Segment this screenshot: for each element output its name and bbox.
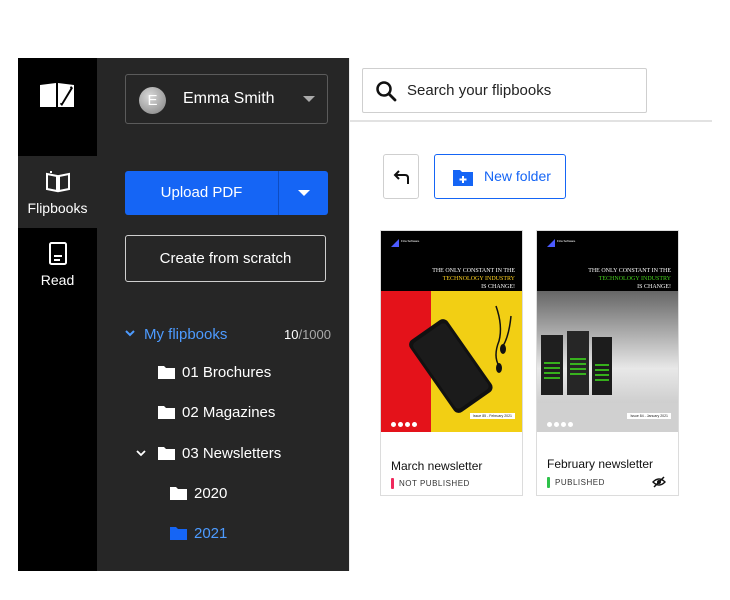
tree-root-my-flipbooks[interactable]: My flipbooks 10/1000 — [125, 324, 331, 346]
create-from-scratch-button[interactable]: Create from scratch — [125, 235, 326, 282]
chevron-down-icon — [125, 330, 135, 337]
flipbook-thumbnail[interactable]: Fiza Software THE ONLY CONSTANT IN THE T… — [537, 231, 678, 432]
nav-item-flipbooks[interactable]: Flipbooks — [18, 156, 97, 228]
flyer-headline-line: IS CHANGE! — [637, 284, 671, 290]
flyer-headline-line: THE ONLY CONSTANT IN THE — [432, 268, 515, 274]
flyer-issue-date: Issue 84 - January 2021 — [627, 413, 671, 419]
flipbook-title: March newsletter — [391, 459, 483, 473]
brand-logo-icon — [391, 239, 399, 247]
flipbook-thumbnail[interactable]: Fiza Software THE ONLY CONSTANT IN THE T… — [381, 231, 522, 432]
social-icons — [547, 414, 575, 432]
flyer-headline: THE ONLY CONSTANT IN THE TECHNOLOGY INDU… — [537, 267, 678, 291]
folder-icon — [158, 447, 175, 460]
folder-icon — [170, 527, 187, 540]
document-icon — [48, 242, 67, 265]
social-icons — [391, 414, 419, 432]
folder-label: 2021 — [194, 525, 228, 542]
upload-pdf-button[interactable]: Upload PDF — [125, 171, 278, 215]
tree-root-label: My flipbooks — [144, 326, 228, 343]
flyer-brand: Fiza Software — [557, 239, 576, 243]
flyer-headline-highlight: TECHNOLOGY INDUSTRY — [442, 276, 515, 282]
avatar: E — [139, 87, 166, 114]
folder-label: 01 Brochures — [182, 364, 272, 381]
flyer-headline-line: IS CHANGE! — [481, 284, 515, 290]
status-label: NOT PUBLISHED — [399, 479, 470, 488]
nav-rail: Flipbooks Read — [18, 58, 97, 571]
new-folder-label: New folder — [484, 168, 551, 184]
user-account-select[interactable]: E Emma Smith — [125, 74, 328, 124]
upload-pdf-split-button: Upload PDF — [125, 171, 328, 215]
main-panel: New folder Fiza S — [349, 58, 712, 571]
eye-off-icon[interactable] — [652, 476, 666, 488]
status-indicator — [391, 478, 394, 489]
nav-item-label: Flipbooks — [27, 200, 88, 216]
flyer-headline-highlight: TECHNOLOGY INDUSTRY — [598, 276, 671, 282]
flyer-headline: THE ONLY CONSTANT IN THE TECHNOLOGY INDU… — [381, 267, 522, 291]
flipbook-logo-icon[interactable] — [38, 80, 76, 110]
user-name: Emma Smith — [183, 90, 275, 107]
folder-label: 02 Magazines — [182, 404, 276, 421]
book-open-icon — [45, 171, 70, 193]
newsletter-cover-image — [537, 231, 678, 432]
folder-label: 2020 — [194, 485, 228, 502]
newsletter-cover-image — [381, 231, 522, 432]
upload-options-dropdown[interactable] — [279, 171, 328, 215]
folder-plus-icon — [453, 170, 473, 186]
flipbook-card[interactable]: Fiza Software THE ONLY CONSTANT IN THE T… — [380, 230, 523, 496]
flyer-headline-line: THE ONLY CONSTANT IN THE — [588, 268, 671, 274]
top-bar — [350, 58, 712, 122]
count-total: /1000 — [298, 327, 331, 342]
flyer-issue-date: Issue 85 - February 2021 — [469, 413, 515, 419]
status-label: PUBLISHED — [555, 478, 605, 487]
search-box — [362, 68, 647, 113]
folder-icon — [158, 366, 175, 379]
flipbook-card[interactable]: Fiza Software THE ONLY CONSTANT IN THE T… — [536, 230, 679, 496]
back-button[interactable] — [383, 154, 419, 199]
chevron-down-icon — [303, 96, 315, 102]
back-arrow-icon — [393, 170, 409, 184]
search-input[interactable] — [407, 69, 637, 112]
folder-icon — [170, 487, 187, 500]
folder-label: 03 Newsletters — [182, 445, 282, 462]
flipbook-title: February newsletter — [547, 457, 654, 471]
chevron-down-icon[interactable] — [136, 448, 146, 458]
caret-down-icon — [298, 190, 310, 196]
nav-item-read[interactable]: Read — [18, 228, 97, 300]
flipbook-count: 10/1000 — [284, 327, 331, 342]
folder-icon — [158, 406, 175, 419]
new-folder-button[interactable]: New folder — [434, 154, 566, 199]
app-window: Flipbooks Read E Emma Smith Upload PDF C… — [18, 58, 712, 571]
brand-logo-icon — [547, 239, 555, 247]
nav-item-label: Read — [40, 272, 75, 288]
count-used: 10 — [283, 327, 299, 342]
sidebar: E Emma Smith Upload PDF Create from scra… — [97, 58, 349, 571]
flyer-brand: Fiza Software — [401, 239, 420, 243]
status-indicator — [547, 477, 550, 488]
search-icon — [376, 81, 397, 102]
